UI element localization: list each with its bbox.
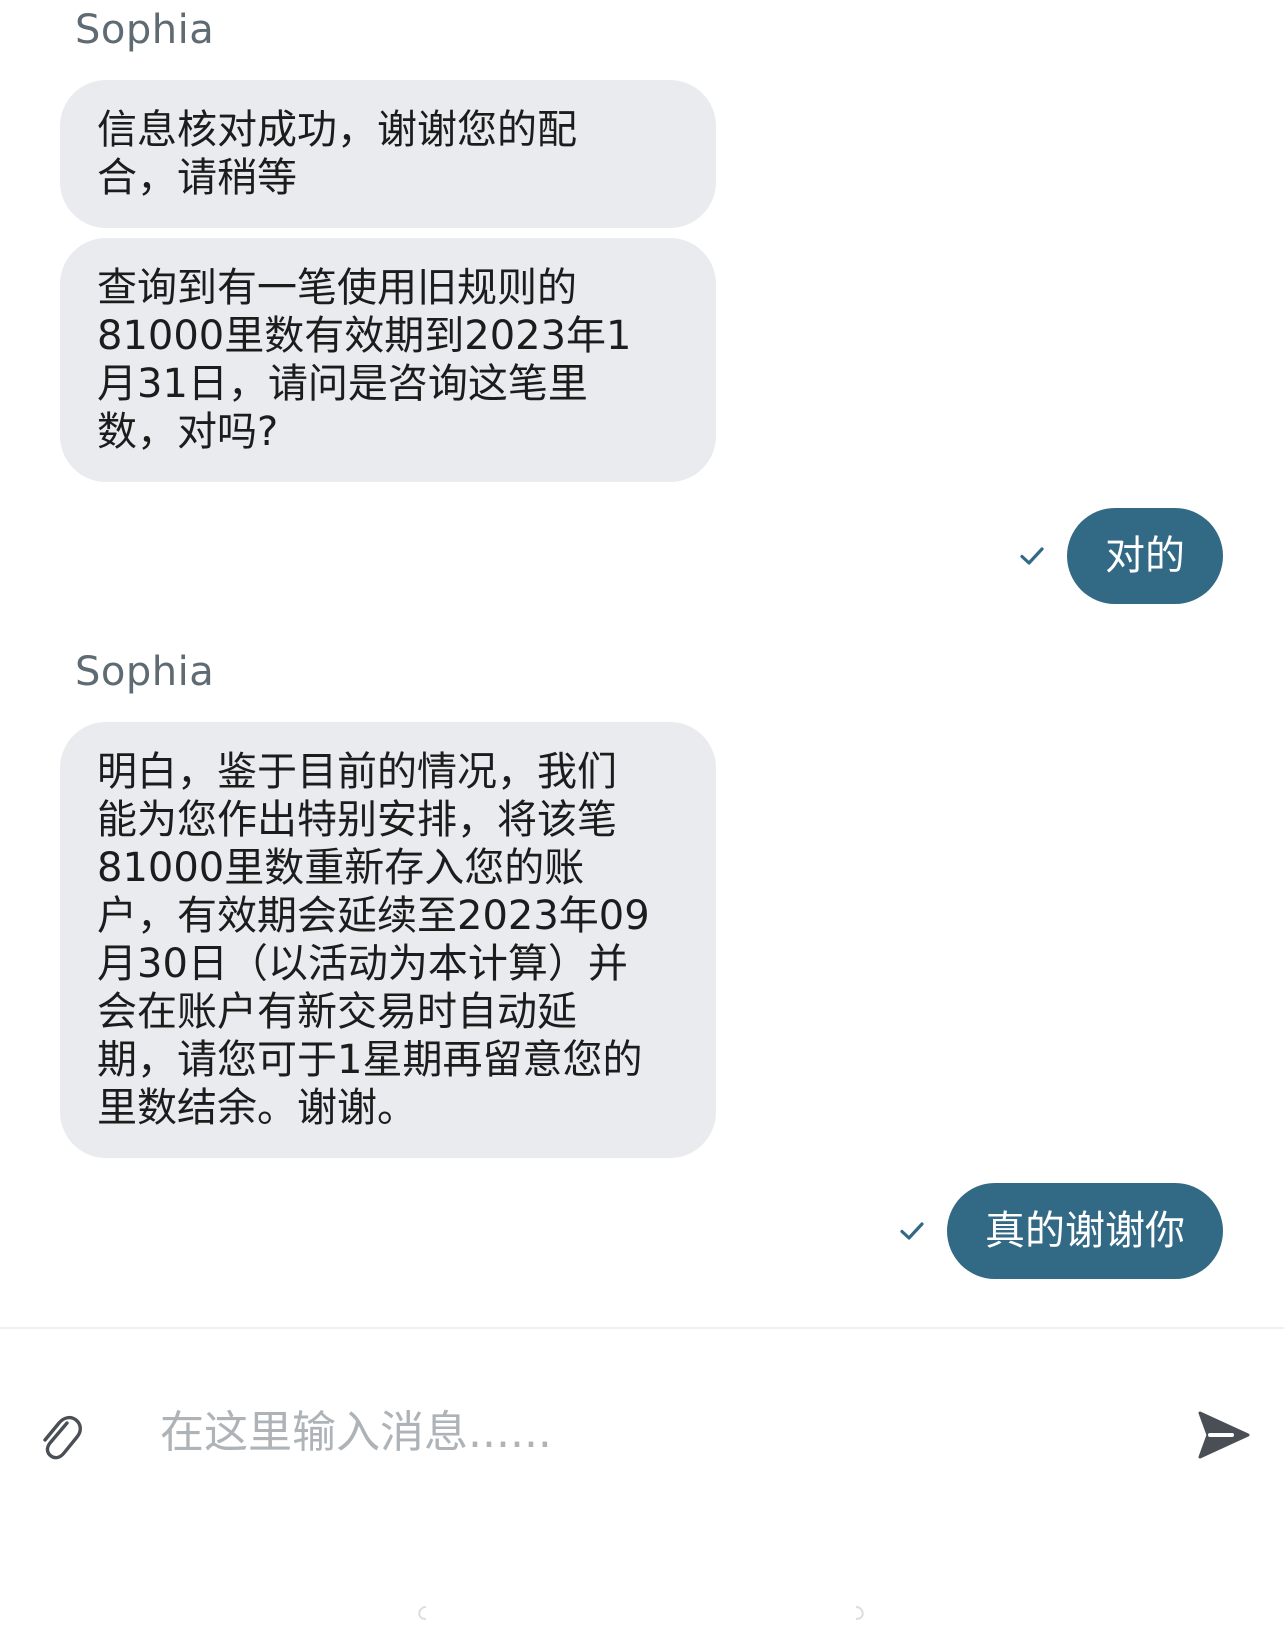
incoming-message-bubble: 信息核对成功，谢谢您的配 合，请稍等	[60, 80, 716, 228]
home-indicator-right-icon	[855, 1606, 864, 1620]
outgoing-message-row: 对的	[1019, 508, 1223, 604]
incoming-message-bubble: 明白，鉴于目前的情况，我们 能为您作出特别安排，将该笔 81000里数重新存入您…	[60, 722, 716, 1158]
check-icon	[1020, 547, 1044, 565]
chat-message-list: Sophia 信息核对成功，谢谢您的配 合，请稍等 查询到有一笔使用旧规则的 8…	[0, 0, 1284, 1327]
sender-name: Sophia	[75, 7, 215, 53]
message-input[interactable]	[160, 1395, 1120, 1469]
outgoing-message-bubble: 真的谢谢你	[947, 1183, 1223, 1279]
check-icon	[900, 1222, 924, 1240]
sender-name: Sophia	[75, 649, 215, 695]
outgoing-message-bubble: 对的	[1067, 508, 1223, 604]
incoming-message-bubble: 查询到有一笔使用旧规则的 81000里数有效期到2023年1 月31日，请问是咨…	[60, 238, 716, 482]
message-composer	[0, 1329, 1284, 1645]
home-indicator-left-icon	[418, 1606, 427, 1620]
outgoing-message-row: 真的谢谢你	[899, 1183, 1223, 1279]
paperclip-icon[interactable]	[36, 1409, 84, 1465]
send-arrow-icon[interactable]	[1196, 1409, 1250, 1461]
